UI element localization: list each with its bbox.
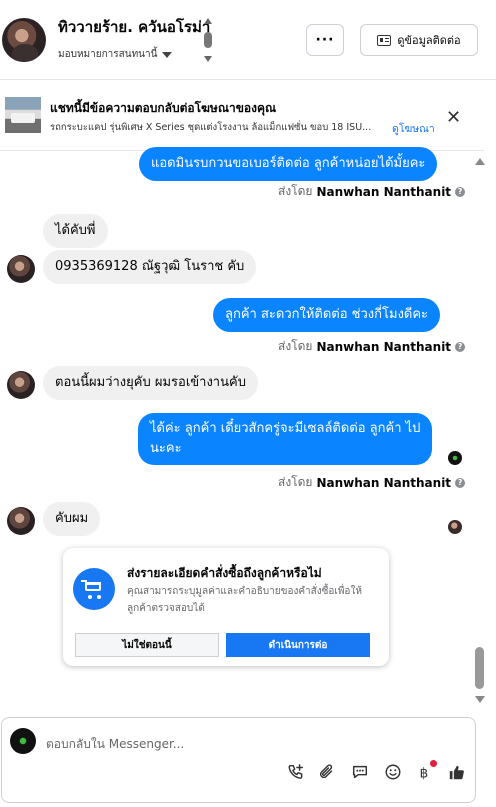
- incoming-message[interactable]: ตอนนี้ผมว่างยุคับ ผมรอเข้างานคับ: [43, 366, 258, 400]
- sent-by-prefix: ส่งโดย: [278, 339, 313, 353]
- order-card-description: คุณสามารถระบุมูลค่าและคำอธิบายของคำสั่งซ…: [127, 586, 362, 614]
- shopping-cart-icon: [73, 568, 115, 610]
- id-card-icon: [377, 34, 392, 46]
- scroll-down-icon[interactable]: [204, 56, 212, 62]
- scroll-up-icon[interactable]: [475, 158, 485, 165]
- like-icon[interactable]: [447, 762, 467, 782]
- contact-name[interactable]: ทิววายร้าย. ควันอโรม่า: [58, 15, 210, 39]
- order-details-prompt-card: ส่งรายละเอียดคำสั่งซื้อถึงลูกค้าหรือไม่ …: [63, 548, 389, 666]
- baht-payment-icon[interactable]: ฿: [415, 760, 437, 782]
- sent-by-label: ส่งโดย Nanwhan Nanthanit ?: [278, 473, 466, 492]
- sender-name: Nanwhan Nanthanit: [316, 339, 452, 354]
- sent-by-prefix: ส่งโดย: [278, 475, 313, 489]
- ad-reply-banner: แชทนี้มีข้อความตอบกลับต่อโฆษณาของคุณ รถก…: [0, 81, 484, 151]
- view-contact-info-label: ดูข้อมูลติดต่อ: [397, 34, 461, 47]
- page-avatar: [10, 728, 36, 754]
- incoming-message[interactable]: คับผม: [43, 502, 101, 536]
- read-receipt-avatar: [448, 520, 462, 534]
- outgoing-message[interactable]: ลูกค้า สะดวกให้ติดต่อ ช่วงกี่โมงดีคะ: [213, 298, 441, 332]
- sender-name: Nanwhan Nanthanit: [316, 184, 452, 199]
- view-contact-info-button[interactable]: ดูข้อมูลติดต่อ: [360, 24, 478, 56]
- seen-indicator-avatar: [448, 451, 462, 465]
- scroll-down-icon[interactable]: [475, 696, 485, 703]
- close-banner-icon[interactable]: ✕: [446, 107, 461, 128]
- assign-label: มอบหมายการสนทนานี้: [58, 49, 158, 60]
- reply-input[interactable]: ตอบกลับใน Messenger...: [46, 735, 184, 754]
- continue-button[interactable]: ดำเนินการต่อ: [226, 633, 370, 657]
- caret-down-icon: [162, 51, 173, 58]
- help-icon[interactable]: ?: [455, 186, 466, 197]
- message-line: นะคะ: [150, 441, 182, 456]
- not-now-button[interactable]: ไม่ใช่ตอนนี้: [75, 633, 219, 657]
- help-icon[interactable]: ?: [455, 341, 466, 352]
- message-line: ได้ค่ะ ลูกค้า เดี๋ยวสักครู่จะมีเซลล์ติดต…: [150, 421, 421, 436]
- outgoing-message[interactable]: ได้ค่ะ ลูกค้า เดี๋ยวสักครู่จะมีเซลล์ติดต…: [138, 413, 433, 465]
- contact-avatar-small[interactable]: [7, 371, 35, 399]
- incoming-message[interactable]: 0935369128 ณัฐวุฒิ โนราช คับ: [43, 250, 257, 284]
- contact-avatar-small[interactable]: [7, 507, 35, 535]
- scroll-thumb[interactable]: [204, 32, 212, 48]
- assign-conversation-dropdown[interactable]: มอบหมายการสนทนานี้: [58, 47, 173, 62]
- call-add-icon[interactable]: [286, 762, 306, 782]
- emoji-icon[interactable]: [383, 762, 403, 782]
- ad-thumbnail: [5, 97, 41, 133]
- attachment-icon[interactable]: [317, 762, 337, 782]
- sender-name: Nanwhan Nanthanit: [316, 475, 452, 490]
- sent-by-label: ส่งโดย Nanwhan Nanthanit ?: [278, 182, 466, 201]
- ad-banner-subtitle: รถกระบะแคป รุ่นพิเศษ X Series ชุดแต่งโรง…: [50, 122, 372, 133]
- svg-text:฿: ฿: [420, 765, 429, 781]
- sent-by-prefix: ส่งโดย: [278, 184, 313, 198]
- header-scrollbar[interactable]: [203, 18, 213, 66]
- view-ad-link[interactable]: ดูโฆษณา: [392, 120, 435, 137]
- order-card-title: ส่งรายละเอียดคำสั่งซื้อถึงลูกค้าหรือไม่: [127, 566, 322, 580]
- chat-scrollbar[interactable]: [474, 152, 486, 708]
- scroll-thumb[interactable]: [475, 647, 484, 689]
- conversation-header: ทิววายร้าย. ควันอโรม่า มอบหมายการสนทนานี…: [0, 0, 496, 80]
- scroll-up-icon[interactable]: [204, 18, 212, 24]
- contact-avatar-small[interactable]: [7, 255, 35, 283]
- incoming-message[interactable]: ได้คับพี่: [43, 214, 108, 248]
- contact-avatar[interactable]: [2, 18, 46, 62]
- notification-dot: [430, 760, 437, 767]
- help-icon[interactable]: ?: [455, 477, 466, 488]
- sent-by-label: ส่งโดย Nanwhan Nanthanit ?: [278, 337, 466, 356]
- ad-banner-title: แชทนี้มีข้อความตอบกลับต่อโฆษณาของคุณ: [50, 101, 277, 115]
- outgoing-message[interactable]: แอดมินรบกวนขอเบอร์ติดต่อ ลูกค้าหน่อยได้ม…: [139, 147, 438, 181]
- saved-replies-icon[interactable]: [350, 762, 370, 782]
- message-composer: ตอบกลับใน Messenger... ฿: [1, 717, 476, 803]
- more-options-button[interactable]: ···: [306, 24, 344, 56]
